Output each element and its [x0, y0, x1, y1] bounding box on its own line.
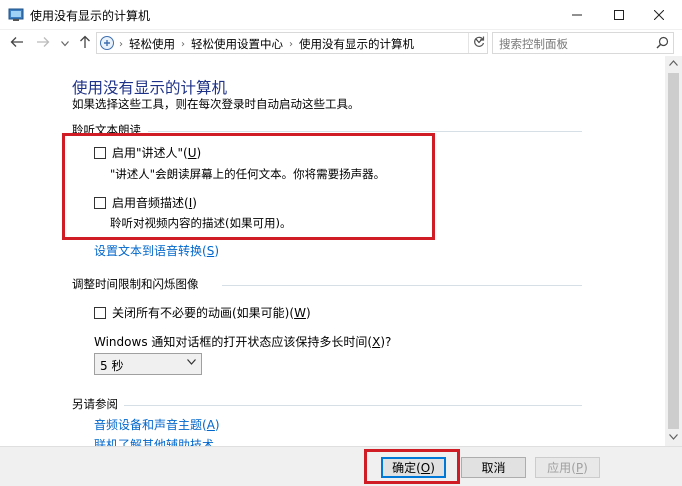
- page-subtitle: 如果选择这些工具，则在每次登录时自动启动这些工具。: [72, 97, 360, 111]
- minimize-icon: [572, 10, 582, 20]
- select-value: 5 秒: [100, 359, 124, 373]
- breadcrumb-item[interactable]: 使用没有显示的计算机: [299, 36, 414, 52]
- tts-settings-link[interactable]: 设置文本到语音转换(S): [94, 242, 219, 259]
- breadcrumb-item[interactable]: 轻松使用: [129, 36, 175, 52]
- vertical-scrollbar[interactable]: [665, 56, 682, 446]
- search-icon[interactable]: [656, 36, 669, 52]
- up-button[interactable]: [76, 34, 94, 52]
- title-bar: 使用没有显示的计算机: [0, 0, 682, 30]
- back-button[interactable]: [8, 34, 26, 52]
- notification-duration-label: Windows 通知对话框的打开状态应该保持多长时间(X)?: [94, 335, 392, 349]
- chevron-right-icon[interactable]: ›: [289, 39, 293, 50]
- control-panel-icon: [99, 35, 115, 51]
- chevron-right-icon: ›: [119, 38, 123, 50]
- assistive-tech-link[interactable]: 联机了解其他辅助技术: [94, 436, 214, 446]
- animations-checkbox-row[interactable]: 关闭所有不必要的动画(如果可能)(W): [94, 304, 311, 321]
- refresh-button[interactable]: [468, 33, 488, 53]
- animations-checkbox[interactable]: [94, 306, 106, 319]
- section-title-timing: 调整时间限制和闪烁图像: [72, 277, 199, 291]
- close-icon: [654, 10, 664, 20]
- section-divider: [148, 131, 582, 132]
- breadcrumb: › 轻松使用 › 轻松使用设置中心 › 使用没有显示的计算机: [119, 36, 414, 52]
- forward-button[interactable]: [34, 34, 52, 52]
- arrow-right-icon: [36, 36, 50, 51]
- chevron-right-icon[interactable]: ›: [181, 39, 185, 50]
- section-divider: [222, 285, 582, 286]
- window-title: 使用没有显示的计算机: [30, 9, 151, 23]
- cancel-button[interactable]: 取消: [461, 457, 526, 478]
- scroll-up-icon[interactable]: [669, 60, 678, 68]
- control-panel-icon: [8, 7, 24, 23]
- content-area: 使用没有显示的计算机 如果选择这些工具，则在每次登录时自动启动这些工具。 聆听文…: [0, 56, 665, 446]
- search-box[interactable]: 搜索控制面板: [492, 32, 674, 54]
- breadcrumb-item[interactable]: 轻松使用设置中心: [191, 36, 283, 52]
- section-divider: [124, 405, 582, 406]
- search-placeholder: 搜索控制面板: [499, 37, 568, 51]
- section-title-see-also: 另请参阅: [72, 397, 118, 411]
- minimize-button[interactable]: [554, 0, 600, 30]
- apply-button[interactable]: 应用(P): [535, 457, 600, 478]
- refresh-icon: [473, 36, 485, 51]
- dialog-footer: 确定(O) 取消 应用(P): [0, 446, 682, 486]
- highlight-box: [62, 133, 435, 240]
- animations-label: 关闭所有不必要的动画(如果可能)(W): [112, 306, 311, 320]
- scroll-down-icon[interactable]: [669, 434, 678, 442]
- arrow-left-icon: [10, 36, 24, 51]
- arrow-up-icon: [79, 35, 91, 52]
- notification-duration-select[interactable]: 5 秒: [94, 353, 202, 375]
- highlight-box: [364, 449, 460, 484]
- scrollbar-thumb[interactable]: [668, 73, 679, 429]
- audio-devices-link[interactable]: 音频设备和声音主题(A): [94, 416, 220, 433]
- maximize-icon: [614, 10, 624, 20]
- chevron-down-icon: [187, 358, 196, 368]
- address-bar[interactable]: › 轻松使用 › 轻松使用设置中心 › 使用没有显示的计算机: [96, 32, 488, 54]
- recent-locations-button[interactable]: [56, 34, 74, 52]
- navigation-bar: › 轻松使用 › 轻松使用设置中心 › 使用没有显示的计算机 搜索控制面板: [0, 30, 682, 56]
- page-title: 使用没有显示的计算机: [72, 79, 228, 97]
- chevron-down-icon: [61, 36, 69, 50]
- close-button[interactable]: [636, 0, 682, 30]
